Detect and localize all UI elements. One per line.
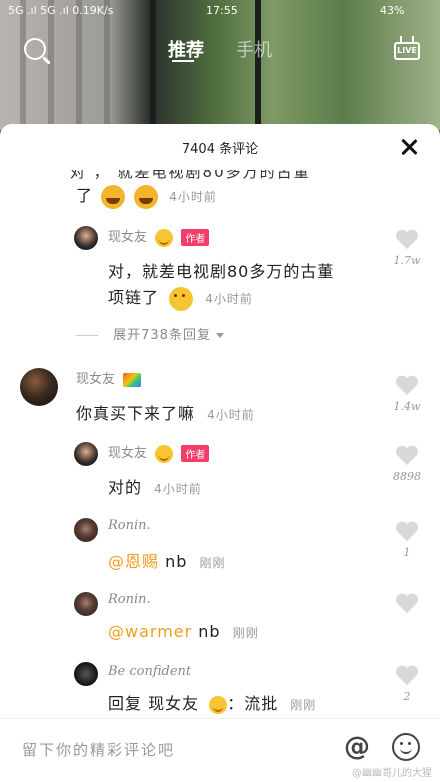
reply-username[interactable]: Be confident — [108, 664, 191, 679]
smile-emoji-icon — [155, 444, 174, 463]
comment-time: 刚刚 — [232, 626, 259, 640]
clipped-text-content: 对 ， 就差电视剧80多万的古董 — [70, 170, 311, 181]
battery-text: 43% — [380, 4, 405, 17]
clipped-comment-tail: 了 4小时前 — [76, 182, 217, 210]
comment-count-title: 7404 条评论 — [181, 142, 259, 157]
comment-input[interactable]: 留下你的精彩评论吧 — [22, 739, 175, 760]
reply-username[interactable]: Ronin. — [108, 592, 151, 607]
heart-icon — [396, 446, 418, 466]
live-icon[interactable]: LIVE — [394, 36, 420, 60]
at-mention-icon[interactable]: @ — [343, 733, 371, 761]
author-badge: 作者 — [181, 445, 210, 462]
heart-icon — [396, 594, 418, 614]
like-count: 2 — [403, 690, 411, 703]
comment-input-bar: 留下你的精彩评论吧 @ @幽幽哥儿的大猩 — [0, 718, 440, 782]
comment-text: 你真买下来了嘛 4小时前 — [76, 400, 255, 424]
top-nav: 推荐 手机 LIVE — [0, 30, 440, 70]
like-count: 1.7w — [393, 254, 421, 267]
heart-icon — [396, 666, 418, 686]
expand-replies-button[interactable]: 展开738条回复 — [76, 324, 224, 343]
clock: 17:55 — [206, 4, 238, 17]
expand-label: 展开738条回复 — [113, 328, 211, 343]
reply-text-content: 对的 — [108, 478, 143, 497]
reply-text: 对，就差电视剧80多万的古董 — [108, 262, 335, 281]
comment-time: 4小时前 — [207, 408, 255, 422]
avatar[interactable] — [20, 368, 58, 406]
comment-time: 4小时前 — [205, 292, 253, 306]
comments-sheet: 7404 条评论 对 ， 就差电视剧80多万的古董 了 4小时前 现女友 作者 … — [0, 124, 440, 782]
laughing-emoji-icon — [101, 184, 126, 209]
reply-text-content: 回复 现女友 — [108, 694, 200, 713]
thinking-emoji-icon — [169, 286, 194, 311]
reply-text: @恩赐 nb 刚刚 — [108, 548, 226, 572]
tab-other[interactable]: 手机 — [236, 36, 272, 62]
like-count: 1.4w — [393, 400, 421, 413]
search-icon[interactable] — [24, 38, 46, 60]
like-button[interactable]: 1 — [392, 522, 422, 559]
like-button[interactable]: 2 — [392, 666, 422, 703]
like-button[interactable]: 1.7w — [392, 230, 422, 267]
reply-text-content: nb — [192, 622, 221, 641]
close-icon[interactable] — [400, 138, 418, 156]
heart-icon — [396, 230, 418, 250]
laughing-emoji-icon — [134, 184, 159, 209]
comment-time: 刚刚 — [290, 698, 317, 712]
heart-icon — [396, 522, 418, 542]
reply-text-content: nb — [159, 552, 188, 571]
username-text: 现女友 — [76, 372, 116, 387]
reply-text: 回复 现女友 ：流批 刚刚 — [108, 690, 316, 714]
username-text: 现女友 — [108, 446, 148, 461]
mention-link[interactable]: @warmer — [108, 622, 192, 641]
reply-text-line2: 项链了 4小时前 — [108, 284, 253, 311]
author-badge: 作者 — [181, 229, 210, 246]
reply-username[interactable]: 现女友 作者 — [108, 226, 210, 247]
comment-text-content: 你真买下来了嘛 — [76, 404, 196, 423]
like-button[interactable]: 1.4w — [392, 376, 422, 413]
chevron-down-icon — [215, 333, 224, 338]
avatar[interactable] — [74, 442, 98, 466]
live-label: LIVE — [394, 42, 420, 60]
like-count: 1 — [403, 546, 411, 559]
clipped-text: 对 ， 就差电视剧80多万的古董 — [70, 170, 311, 182]
reply-username[interactable]: 现女友 作者 — [108, 442, 210, 463]
rainbow-emoji-icon — [123, 372, 142, 387]
smile-emoji-icon — [155, 228, 174, 247]
active-tab-underline — [172, 60, 194, 62]
avatar[interactable] — [74, 592, 98, 616]
reply-text-suffix: ：流批 — [227, 694, 279, 713]
reply-text-content: 项链了 — [108, 288, 160, 307]
comment-time: 4小时前 — [154, 482, 202, 496]
tab-recommend[interactable]: 推荐 — [168, 36, 204, 62]
comment-time: 4小时前 — [169, 190, 217, 204]
like-count: 8898 — [393, 470, 421, 483]
reply-text: @warmer nb 刚刚 — [108, 622, 259, 641]
username-text: 现女友 — [108, 230, 148, 245]
sheet-header: 7404 条评论 — [0, 124, 440, 170]
mention-link[interactable]: @恩赐 — [108, 552, 159, 571]
reply-username[interactable]: Ronin. — [108, 518, 151, 533]
clipped-tail-char: 了 — [76, 186, 93, 205]
comment-username[interactable]: 现女友 — [76, 368, 142, 387]
reply-text: 对的 4小时前 — [108, 474, 202, 498]
avatar[interactable] — [74, 662, 98, 686]
like-button[interactable] — [392, 594, 422, 618]
avatar[interactable] — [74, 226, 98, 250]
heart-icon — [396, 376, 418, 396]
signal-text: 5G .ıl 5G .ıl 0.19K/s — [8, 4, 114, 17]
smile-emoji-icon — [209, 695, 228, 714]
watermark: @幽幽哥儿的大猩 — [352, 768, 432, 779]
status-bar: 5G .ıl 5G .ıl 0.19K/s 17:55 43% — [0, 0, 440, 22]
clipped-comment-line: 对 ， 就差电视剧80多万的古董 — [70, 170, 390, 182]
comment-time: 刚刚 — [199, 556, 226, 570]
emoji-picker-icon[interactable] — [392, 733, 420, 761]
like-button[interactable]: 8898 — [392, 446, 422, 483]
avatar[interactable] — [74, 518, 98, 542]
